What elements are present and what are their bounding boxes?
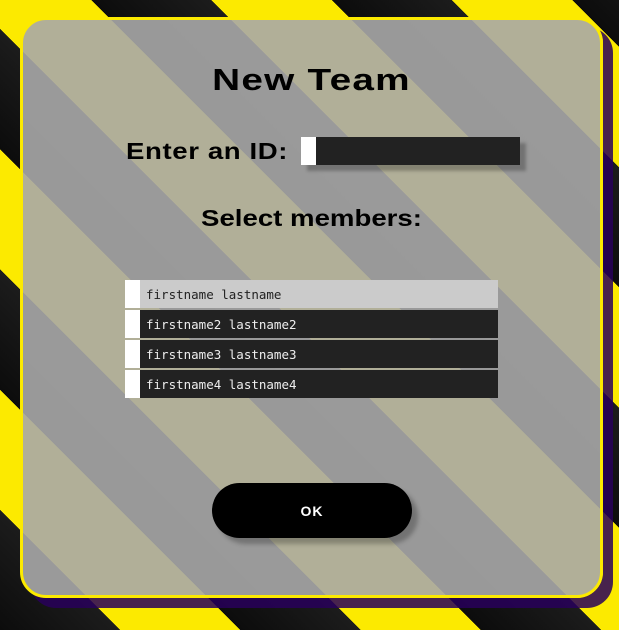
- member-name: firstname4 lastname4: [146, 376, 297, 392]
- member-name: firstname3 lastname3: [146, 346, 297, 362]
- id-input[interactable]: [301, 137, 521, 165]
- members-label: Select members:: [201, 205, 422, 231]
- member-name: firstname lastname: [146, 286, 282, 302]
- page-title: New Team: [212, 62, 411, 97]
- new-team-dialog: New Team Enter an ID: Select members: fi…: [20, 17, 603, 598]
- member-name: firstname2 lastname2: [146, 316, 297, 332]
- member-item[interactable]: firstname3 lastname3: [125, 340, 498, 368]
- id-row: Enter an ID:: [126, 137, 521, 165]
- members-list: firstname lastname firstname2 lastname2 …: [125, 280, 498, 400]
- member-item[interactable]: firstname2 lastname2: [125, 310, 498, 338]
- id-label: Enter an ID:: [126, 137, 289, 164]
- member-item[interactable]: firstname4 lastname4: [125, 370, 498, 398]
- ok-button[interactable]: OK: [212, 483, 412, 538]
- member-item[interactable]: firstname lastname: [125, 280, 498, 308]
